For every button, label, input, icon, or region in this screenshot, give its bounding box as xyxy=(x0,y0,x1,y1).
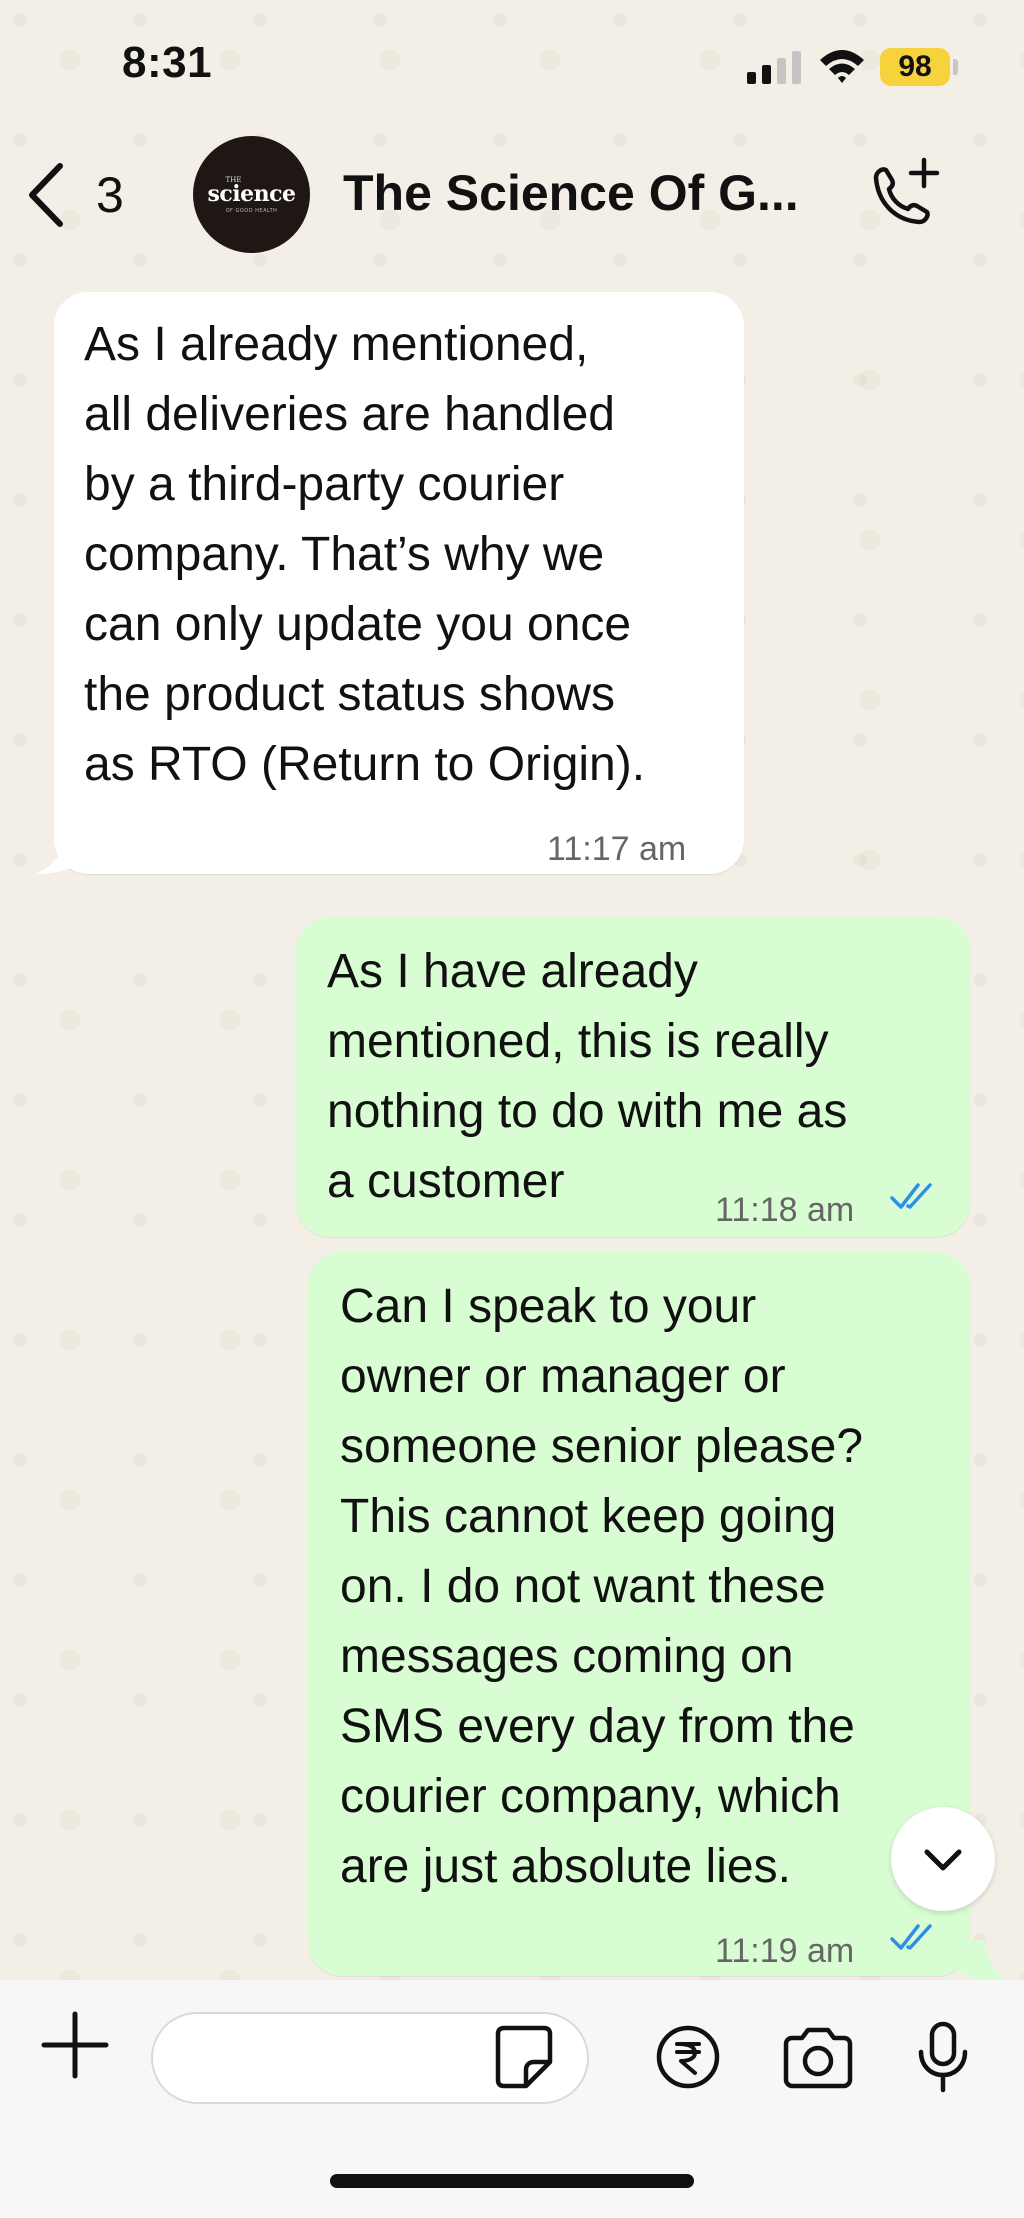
message-text: As I already mentioned, all deliveries a… xyxy=(84,318,646,791)
contact-avatar[interactable]: THE science OF GOOD HEALTH xyxy=(193,136,310,253)
bubble-tail-outgoing xyxy=(955,1940,1015,1984)
status-bar: 8:31 98 xyxy=(0,0,1024,130)
wifi-icon xyxy=(820,50,864,83)
message-text: As I have already mentioned, this is rea… xyxy=(327,945,848,1208)
chevron-down-icon xyxy=(924,1849,962,1871)
avatar-logo-main: science xyxy=(207,180,296,207)
plus-icon[interactable] xyxy=(40,2010,110,2080)
message-bubble-incoming[interactable]: As I already mentioned, all deliveries a… xyxy=(54,292,744,874)
back-chevron-icon[interactable] xyxy=(22,160,68,230)
status-time: 8:31 xyxy=(122,38,213,87)
back-unread-count[interactable]: 3 xyxy=(96,166,124,224)
camera-icon[interactable] xyxy=(780,2024,856,2090)
bubble-tail-incoming xyxy=(36,830,94,874)
scroll-to-bottom-button[interactable] xyxy=(891,1807,995,1911)
avatar-logo-sub: OF GOOD HEALTH xyxy=(225,207,278,214)
chat-header: 3 THE science OF GOOD HEALTH The Science… xyxy=(0,130,1024,260)
sticker-icon[interactable] xyxy=(494,2024,554,2090)
cellular-signal-icon xyxy=(747,51,801,84)
rupee-payment-icon[interactable] xyxy=(655,2024,721,2090)
read-receipt-icon xyxy=(890,1924,932,1950)
read-receipt-icon xyxy=(890,1183,932,1209)
microphone-icon[interactable] xyxy=(915,2020,971,2094)
battery-tip xyxy=(953,59,958,75)
message-bubble-outgoing[interactable]: As I have already mentioned, this is rea… xyxy=(296,917,970,1237)
chat-title[interactable]: The Science Of G... xyxy=(343,164,799,222)
phone-add-icon[interactable] xyxy=(862,156,942,236)
home-indicator xyxy=(330,2174,694,2188)
message-text: Can I speak to your owner or manager or … xyxy=(340,1280,864,1893)
message-bubble-outgoing[interactable]: Can I speak to your owner or manager or … xyxy=(308,1252,970,1976)
battery-indicator: 98 xyxy=(880,48,950,86)
message-time: 11:19 am xyxy=(715,1932,855,1970)
message-time: 11:18 am xyxy=(715,1191,855,1229)
message-time: 11:17 am xyxy=(547,830,687,868)
